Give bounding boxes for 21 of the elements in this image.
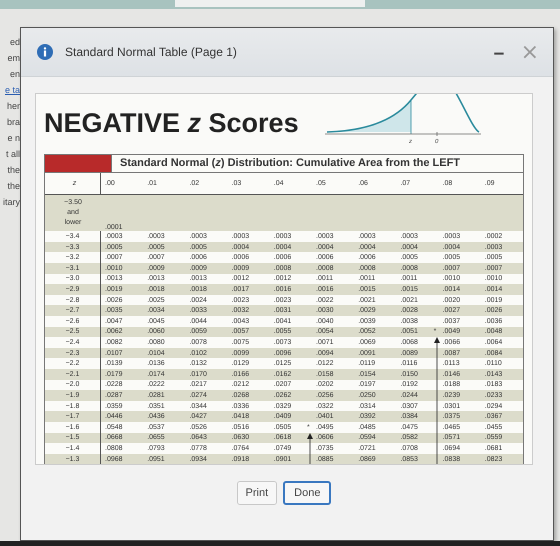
dialog-button[interactable]: Print: [236, 481, 278, 506]
arrow-icon: [307, 432, 313, 464]
background-text: em: [6, 53, 20, 64]
minimize-button[interactable]: ‒: [491, 42, 507, 62]
arrow-icon: [434, 337, 440, 464]
background-text: the: [6, 181, 20, 192]
background-text: itary: [2, 197, 20, 208]
dialog-button[interactable]: Done: [283, 481, 332, 506]
window-title: Standard Normal Table (Page 1): [65, 45, 237, 60]
background-text: bra: [6, 117, 20, 128]
info-icon: [37, 44, 53, 60]
background-text: e n: [6, 133, 20, 144]
table-caption: Standard Normal (z) Distribution: Cumulative Area from the LEFT: [111, 155, 523, 172]
background-text: t all: [4, 149, 20, 160]
background-text: the: [6, 165, 20, 176]
page-heading: NEGATIVE z Scores: [44, 108, 299, 140]
background-text: e ta: [4, 85, 20, 96]
background-text: her: [6, 101, 20, 112]
color-block: [45, 155, 111, 172]
background-text: ed: [8, 37, 20, 48]
background-text: en: [8, 69, 20, 80]
